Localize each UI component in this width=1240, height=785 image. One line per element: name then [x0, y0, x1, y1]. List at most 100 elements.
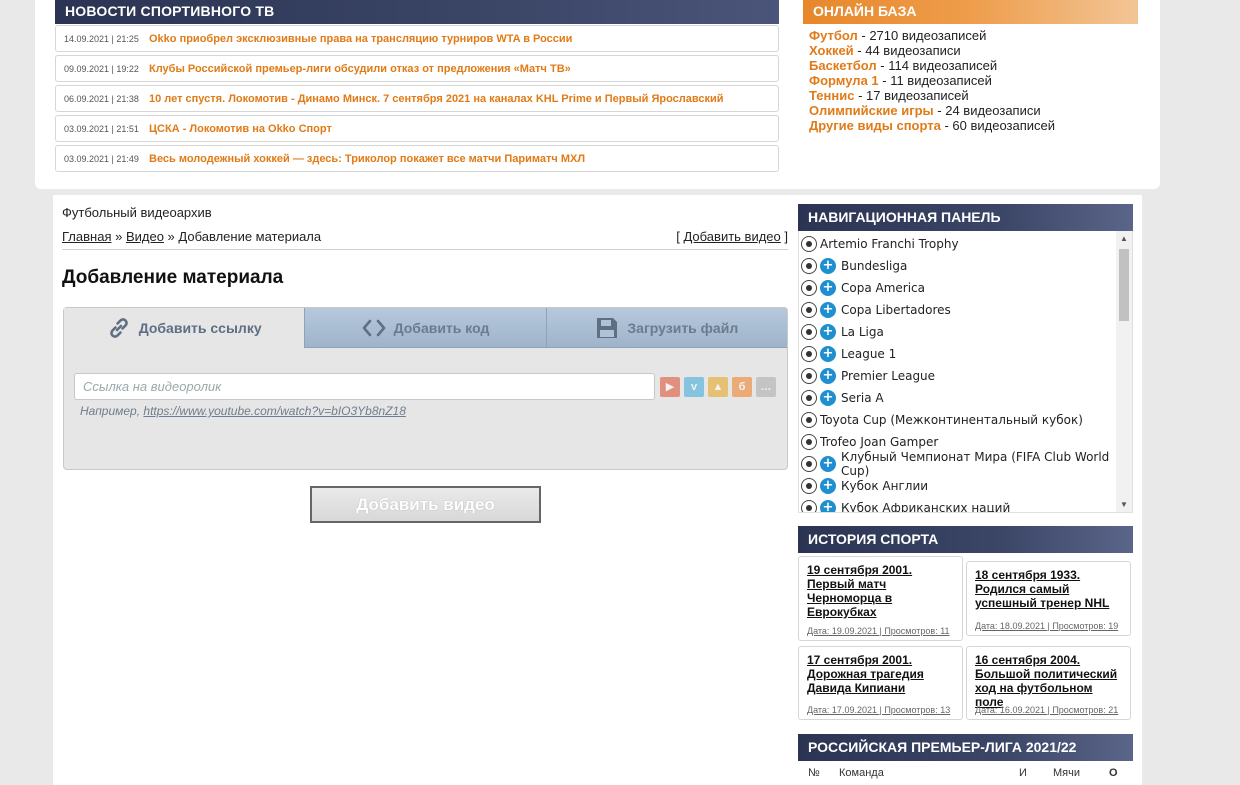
news-date: 06.09.2021 | 21:38 [64, 93, 139, 104]
nav-item[interactable]: + Copa America [799, 277, 1132, 299]
tab-add-link[interactable]: Добавить ссылку [64, 308, 305, 348]
expand-icon[interactable]: + [820, 478, 836, 494]
sport-link[interactable]: Хоккей [809, 43, 854, 58]
online-row: Хоккей - 44 видеозаписи [809, 43, 1138, 58]
nav-item[interactable]: + Bundesliga [799, 255, 1132, 277]
history-title-link[interactable]: 18 сентября 1933. Родился самый успешный… [975, 568, 1124, 610]
nav-item[interactable]: + League 1 [799, 343, 1132, 365]
online-row: Другие виды спорта - 60 видеозаписей [809, 118, 1138, 133]
nav-item-label: Artemio Franchi Trophy [820, 237, 959, 251]
sport-link[interactable]: Баскетбол [809, 58, 877, 73]
nav-item-label: Toyota Cup (Межконтинентальный кубок) [820, 413, 1083, 427]
scroll-up-arrow[interactable]: ▲ [1116, 231, 1132, 247]
online-row: Формула 1 - 11 видеозаписей [809, 73, 1138, 88]
example-url[interactable]: https://www.youtube.com/watch?v=bIO3Yb8n… [143, 404, 405, 418]
news-link[interactable]: Весь молодежный хоккей — здесь: Триколор… [149, 153, 585, 165]
rutube-icon[interactable]: ▲ [708, 376, 728, 397]
odnoklassniki-icon[interactable]: б [732, 376, 752, 397]
news-item: 03.09.2021 | 21:49 Весь молодежный хокке… [55, 145, 779, 172]
sport-link[interactable]: Футбол [809, 28, 858, 43]
breadcrumb-current: Добавление материала [178, 229, 322, 244]
nav-list: Artemio Franchi Trophy + Bundesliga + Copa A… [799, 231, 1132, 513]
soccer-ball-icon [801, 280, 817, 296]
news-item: 09.09.2021 | 19:22 Клубы Российской прем… [55, 55, 779, 82]
youtube-icon[interactable]: ▶ [660, 376, 680, 397]
video-count: - 11 видеозаписей [878, 73, 992, 88]
soccer-ball-icon [801, 324, 817, 340]
history-card: 17 сентября 2001. Дорожная трагедия Дави… [798, 646, 963, 720]
nav-item-label: Trofeo Joan Gamper [820, 435, 939, 449]
nav-panel: Artemio Franchi Trophy + Bundesliga + Copa A… [798, 231, 1133, 513]
nav-item-label: Клубный Чемпионат Мира (FIFA Club World … [841, 450, 1110, 478]
news-link[interactable]: 10 лет спустя. Локомотив - Динамо Минск.… [149, 93, 724, 105]
add-video-link[interactable]: Добавить видео [683, 229, 780, 244]
scroll-thumb[interactable] [1119, 249, 1129, 321]
page-title: Добавление материала [62, 267, 284, 288]
online-row: Теннис - 17 видеозаписей [809, 88, 1138, 103]
scroll-down-arrow[interactable]: ▼ [1116, 497, 1132, 512]
sport-link[interactable]: Олимпийские игры [809, 103, 934, 118]
expand-icon[interactable]: + [820, 456, 836, 472]
expand-icon[interactable]: + [820, 324, 836, 340]
news-link[interactable]: ЦСКА - Локомотив на Okko Спорт [149, 123, 332, 135]
col-points: О [1109, 767, 1118, 779]
news-date: 03.09.2021 | 21:51 [64, 123, 139, 134]
expand-icon[interactable]: + [820, 500, 836, 512]
breadcrumb-separator: » [163, 229, 179, 244]
online-row: Баскетбол - 114 видеозаписей [809, 58, 1138, 73]
sport-link[interactable]: Формула 1 [809, 73, 879, 88]
expand-icon[interactable]: + [820, 258, 836, 274]
sport-link[interactable]: Теннис [809, 88, 854, 103]
news-link[interactable]: Okko приобрел эксклюзивные права на тран… [149, 33, 572, 45]
breadcrumb-home[interactable]: Главная [62, 229, 111, 244]
nav-item[interactable]: + Copa Libertadores [799, 299, 1132, 321]
news-date: 14.09.2021 | 21:25 [64, 33, 139, 44]
vimeo-icon[interactable]: v [684, 376, 704, 397]
history-title-link[interactable]: 16 сентября 2004. Большой политический х… [975, 653, 1124, 709]
sport-link[interactable]: Другие виды спорта [809, 118, 941, 133]
history-meta: Дата: 17.09.2021 | Просмотров: 13 [807, 705, 951, 715]
expand-icon[interactable]: + [820, 302, 836, 318]
expand-icon[interactable]: + [820, 280, 836, 296]
history-card: 18 сентября 1933. Родился самый успешный… [966, 561, 1131, 636]
link-icon [107, 316, 131, 340]
tab-add-code[interactable]: Добавить код [304, 308, 546, 348]
history-title-link[interactable]: 17 сентября 2001. Дорожная трагедия Дави… [807, 653, 956, 695]
nav-item[interactable]: + Premier League [799, 365, 1132, 387]
soccer-ball-icon [801, 368, 817, 384]
more-icon[interactable]: … [756, 376, 776, 397]
breadcrumb-video[interactable]: Видео [126, 229, 164, 244]
nav-panel-heading: НАВИГАЦИОННАЯ ПАНЕЛЬ [798, 204, 1133, 231]
nav-item[interactable]: + Кубок Англии [799, 475, 1132, 497]
code-icon [362, 318, 386, 338]
sidebar: НАВИГАЦИОННАЯ ПАНЕЛЬ Artemio Franchi Tro… [798, 204, 1133, 779]
video-count: - 114 видеозаписей [876, 58, 998, 73]
expand-icon[interactable]: + [820, 368, 836, 384]
online-base-heading: ОНЛАЙН БАЗА [803, 0, 1138, 24]
video-url-input[interactable] [74, 373, 655, 400]
news-link[interactable]: Клубы Российской премьер-лиги обсудили о… [149, 63, 571, 75]
history-card: 16 сентября 2004. Большой политический х… [966, 646, 1131, 720]
divider [62, 249, 788, 250]
nav-item-label: Кубок Африканских наций [841, 501, 1011, 513]
url-row: ▶ v ▲ б … [74, 373, 776, 400]
nav-item[interactable]: Toyota Cup (Межконтинентальный кубок) [799, 409, 1132, 431]
nav-item[interactable]: + La Liga [799, 321, 1132, 343]
news-list: 14.09.2021 | 21:25 Okko приобрел эксклюз… [55, 25, 779, 172]
section-name: Футбольный видеоархив [62, 205, 212, 220]
history-title-link[interactable]: 19 сентября 2001. Первый матч Черноморца… [807, 563, 956, 619]
news-item: 14.09.2021 | 21:25 Okko приобрел эксклюз… [55, 25, 779, 52]
expand-icon[interactable]: + [820, 346, 836, 362]
scrollbar[interactable]: ▲ ▼ [1116, 231, 1132, 512]
tab-upload-file[interactable]: Загрузить файл [545, 308, 787, 348]
tab-bar: Добавить ссылку Добавить код Загрузить ф… [64, 308, 787, 348]
col-games: И [1019, 767, 1027, 779]
nav-item[interactable]: Artemio Franchi Trophy [799, 233, 1132, 255]
nav-item[interactable]: + Кубок Африканских наций [799, 497, 1132, 513]
nav-item[interactable]: + Seria A [799, 387, 1132, 409]
history-card: 19 сентября 2001. Первый матч Черноморца… [798, 556, 963, 641]
nav-item[interactable]: + Клубный Чемпионат Мира (FIFA Club World… [799, 450, 1132, 478]
nav-item-label: Copa America [841, 281, 926, 295]
expand-icon[interactable]: + [820, 390, 836, 406]
add-video-button[interactable]: Добавить видео [310, 486, 541, 523]
